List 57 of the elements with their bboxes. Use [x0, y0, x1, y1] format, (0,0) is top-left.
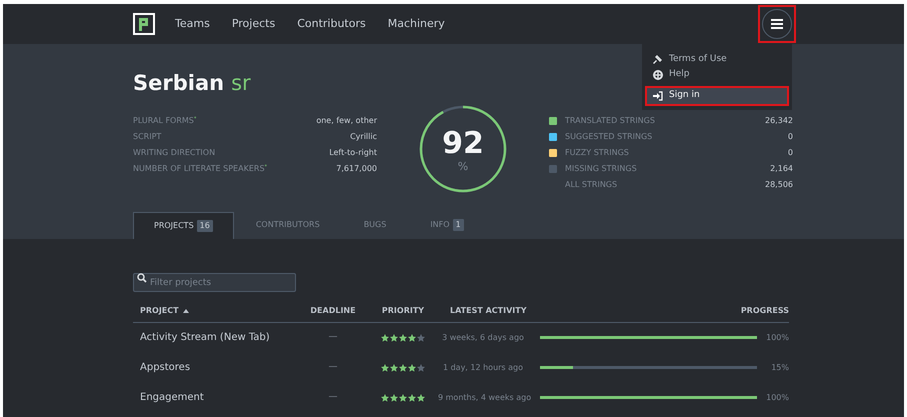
column-header[interactable]: PROJECT [133, 305, 298, 317]
search-icon [137, 272, 147, 282]
nav-link[interactable]: Projects [232, 16, 276, 32]
column-header[interactable]: LATEST ACTIVITY [438, 305, 528, 317]
activity-time: 3 weeks, 6 days ago [441, 332, 525, 344]
legend-label: SUGGESTED STRINGS [565, 130, 654, 142]
legend-value: 2,164 [770, 162, 793, 174]
deadline-cell-text: — [328, 330, 338, 344]
percent-sign: % [458, 161, 468, 172]
progress-percent: 100% [765, 332, 789, 344]
logo-icon[interactable] [133, 13, 155, 35]
legend-value: 26,342 [765, 114, 793, 126]
nav-link[interactable]: Machinery [388, 16, 445, 32]
filter-field[interactable]: Filter projects [133, 273, 296, 292]
progress-percent: 15% [770, 362, 789, 374]
nav-link[interactable]: Contributors [297, 16, 366, 32]
lifebuoy-icon [653, 70, 663, 80]
menu-item[interactable]: Sign in [647, 88, 787, 104]
detail-value: Left-to-right [329, 146, 377, 158]
legend-label: ALL STRINGS [565, 178, 618, 190]
language-code: sr [231, 70, 251, 97]
count-badge: 16 [196, 220, 213, 232]
legend-value: 0 [788, 130, 793, 142]
deadline-cell-text: — [328, 360, 338, 374]
detail-value: 7,617,000 [336, 162, 377, 174]
project-name[interactable]: Appstores [133, 360, 298, 375]
detail-label: NUMBER OF LITERATE SPEAKERS$^{*}$ [133, 162, 268, 174]
tab[interactable]: PROJECTS 16 [133, 212, 234, 238]
legend-label: FUZZY STRINGS [565, 146, 630, 158]
tab[interactable]: INFO 1 [408, 212, 486, 238]
percentage-value: 92 [442, 129, 484, 159]
menu-item[interactable]: Help [642, 67, 792, 82]
menu-item[interactable]: Terms of Use [642, 52, 792, 67]
detail-value: one, few, other [316, 114, 377, 126]
language-name: Serbian [133, 70, 224, 97]
sort-ascending-icon [182, 309, 189, 313]
deadline-cell-text: — [328, 390, 338, 404]
column-header[interactable]: DEADLINE [298, 305, 368, 317]
detail-label: WRITING DIRECTION [133, 146, 216, 158]
nav-link[interactable]: Teams [175, 16, 210, 32]
detail-label: PLURAL FORMS$^{*}$ [133, 114, 196, 126]
legend-label: TRANSLATED STRINGS [565, 114, 656, 126]
project-name[interactable]: Activity Stream (New Tab) [133, 330, 298, 345]
detail-value: Cyrillic [350, 130, 377, 142]
count-badge: 1 [452, 219, 464, 231]
sign-in-icon [653, 91, 663, 101]
menu-icon [771, 19, 783, 29]
project-name[interactable]: Engagement [133, 390, 298, 405]
gavel-icon [653, 54, 663, 64]
legend-value: 0 [788, 146, 793, 158]
legend-label: MISSING STRINGS [565, 162, 638, 174]
activity-time: 1 day, 12 hours ago [442, 362, 524, 374]
column-header[interactable]: PRIORITY [368, 305, 438, 317]
column-header[interactable]: PROGRESS [528, 305, 789, 317]
legend-value: 28,506 [765, 178, 793, 190]
progress-percent: 100% [765, 392, 789, 404]
detail-label: SCRIPT [133, 130, 162, 142]
